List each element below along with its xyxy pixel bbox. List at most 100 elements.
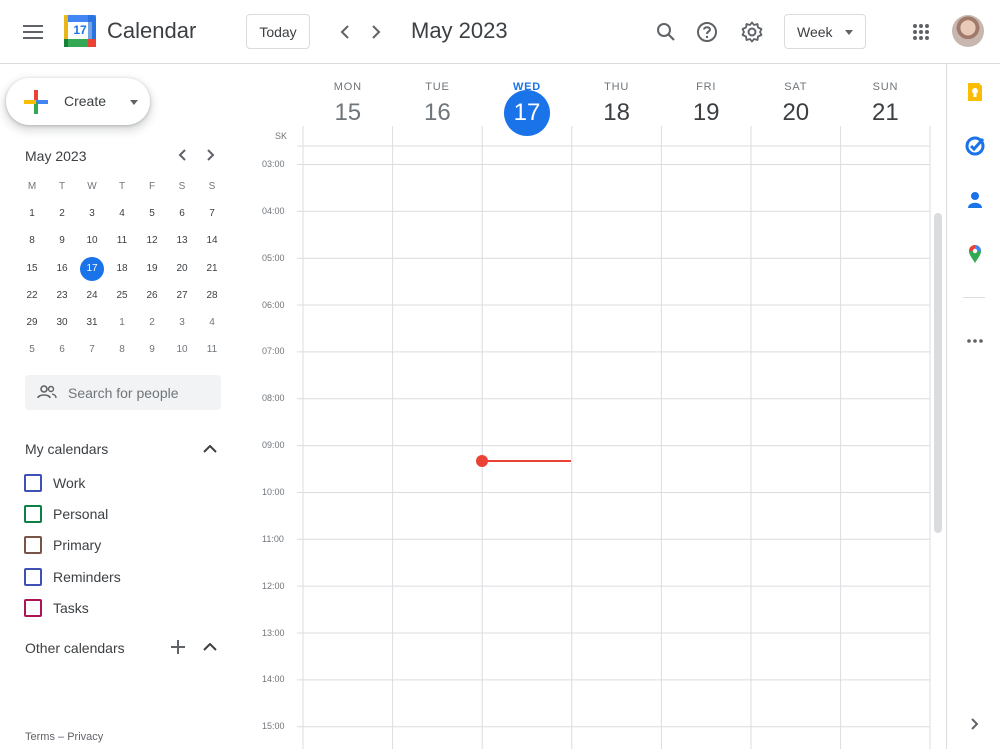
apps-button[interactable] xyxy=(901,12,941,52)
mini-calendar-day-number: 20 xyxy=(176,262,188,274)
mini-calendar-day-number: 3 xyxy=(179,317,185,329)
mini-calendar-title: May 2023 xyxy=(25,148,87,164)
contacts-button[interactable] xyxy=(957,182,993,218)
mini-calendar-day[interactable]: 2 xyxy=(47,202,77,226)
my-calendars-collapse-button[interactable] xyxy=(197,436,223,462)
calendar-checkbox[interactable] xyxy=(24,598,42,617)
mini-calendar-day[interactable]: 17 xyxy=(77,256,107,281)
account-avatar[interactable] xyxy=(952,15,984,47)
mini-calendar-day[interactable]: 27 xyxy=(167,284,197,308)
search-people-input[interactable]: Search for people xyxy=(25,375,221,410)
calendar-item-label: Primary xyxy=(53,537,102,554)
mini-calendar-day[interactable]: 22 xyxy=(17,284,47,308)
mini-calendar-day[interactable]: 19 xyxy=(137,257,167,281)
side-panel-divider xyxy=(963,297,985,298)
mini-calendar-day[interactable]: 24 xyxy=(77,284,107,308)
mini-calendar-day[interactable]: 15 xyxy=(17,257,47,281)
mini-calendar-day[interactable]: 10 xyxy=(77,229,107,253)
app-title[interactable]: Calendar xyxy=(107,18,196,44)
my-calendars-title[interactable]: My calendars xyxy=(25,441,108,457)
mini-calendar-day[interactable]: 4 xyxy=(197,311,227,335)
mini-calendar-day[interactable]: 21 xyxy=(197,257,227,281)
maps-button[interactable] xyxy=(957,236,993,272)
calendar-item-label: Reminders xyxy=(53,568,121,585)
terms-link[interactable]: Terms xyxy=(25,731,55,743)
week-grid[interactable] xyxy=(240,64,946,749)
grid-scrollbar[interactable] xyxy=(934,213,942,533)
mini-calendar-day[interactable]: 6 xyxy=(167,202,197,226)
expand-side-panel-button[interactable] xyxy=(957,706,993,742)
gear-icon xyxy=(741,21,763,43)
top-bar: 17 Calendar Today May 2023 Week xyxy=(0,0,1000,64)
calendar-checkbox[interactable] xyxy=(24,474,42,492)
mini-calendar-day[interactable]: 30 xyxy=(47,311,77,335)
weekday-header: T xyxy=(58,181,66,193)
mini-calendar-day[interactable]: 8 xyxy=(17,229,47,253)
expand-chevron-icon xyxy=(971,718,979,730)
view-selector[interactable]: Week xyxy=(784,14,866,49)
mini-calendar-day[interactable]: 12 xyxy=(137,229,167,253)
create-button[interactable]: Create xyxy=(6,78,150,125)
calendar-item-tasks[interactable]: Tasks xyxy=(24,598,89,618)
mini-calendar-day[interactable]: 3 xyxy=(77,202,107,226)
mini-calendar-day[interactable]: 7 xyxy=(197,202,227,226)
mini-calendar-week-row: 15 16 17 18 19 20 21 xyxy=(17,255,227,282)
mini-calendar-prev-button[interactable] xyxy=(170,143,194,167)
next-period-button[interactable] xyxy=(356,12,396,52)
mini-calendar-day[interactable]: 6 xyxy=(47,338,77,362)
mini-calendar-day-number: 19 xyxy=(146,262,158,274)
settings-button[interactable] xyxy=(732,12,772,52)
mini-calendar-day[interactable]: 20 xyxy=(167,257,197,281)
dropdown-caret-icon xyxy=(845,30,853,35)
privacy-link[interactable]: Privacy xyxy=(67,731,103,743)
mini-calendar-day[interactable]: 25 xyxy=(107,284,137,308)
mini-calendar-day[interactable]: 5 xyxy=(17,338,47,362)
mini-calendar-week-row: 8 9 10 11 12 13 14 xyxy=(17,228,227,255)
chevron-right-icon xyxy=(372,25,381,39)
mini-calendar-day[interactable]: 4 xyxy=(107,202,137,226)
more-addons-button[interactable] xyxy=(957,323,993,359)
mini-calendar-day[interactable]: 31 xyxy=(77,311,107,335)
help-button[interactable] xyxy=(687,12,727,52)
mini-calendar-day[interactable]: 8 xyxy=(107,338,137,362)
calendar-item-work[interactable]: Work xyxy=(24,473,85,493)
mini-calendar-next-button[interactable] xyxy=(199,143,223,167)
weekday-header: F xyxy=(148,181,156,193)
calendar-item-primary[interactable]: Primary xyxy=(24,535,101,555)
calendar-checkbox[interactable] xyxy=(24,536,42,555)
mini-calendar-day[interactable]: 3 xyxy=(167,311,197,335)
calendar-checkbox[interactable] xyxy=(24,505,42,524)
mini-calendar-day[interactable]: 14 xyxy=(197,229,227,253)
keep-button[interactable] xyxy=(957,74,993,110)
mini-calendar-day[interactable]: 18 xyxy=(107,257,137,281)
mini-calendar-day[interactable]: 29 xyxy=(17,311,47,335)
tasks-button[interactable] xyxy=(957,128,993,164)
mini-calendar-day[interactable]: 11 xyxy=(107,229,137,253)
search-button[interactable] xyxy=(646,12,686,52)
mini-calendar-day[interactable]: 9 xyxy=(137,338,167,362)
mini-calendar-day[interactable]: 1 xyxy=(107,311,137,335)
add-other-calendar-button[interactable] xyxy=(165,634,191,660)
mini-calendar-day[interactable]: 23 xyxy=(47,284,77,308)
mini-calendar-day-number: 31 xyxy=(86,317,98,329)
mini-calendar-day[interactable]: 13 xyxy=(167,229,197,253)
calendar-checkbox[interactable] xyxy=(24,567,42,586)
mini-calendar-day[interactable]: 16 xyxy=(47,257,77,281)
mini-calendar-day[interactable]: 26 xyxy=(137,284,167,308)
mini-calendar-day[interactable]: 9 xyxy=(47,229,77,253)
mini-calendar-day[interactable]: 5 xyxy=(137,202,167,226)
other-calendars-collapse-button[interactable] xyxy=(197,634,223,660)
main-menu-button[interactable] xyxy=(13,12,53,52)
mini-calendar-day[interactable]: 10 xyxy=(167,338,197,362)
mini-calendar-day[interactable]: 1 xyxy=(17,202,47,226)
mini-calendar-day-number: 29 xyxy=(26,317,38,329)
mini-calendar-day[interactable]: 28 xyxy=(197,284,227,308)
mini-calendar-day[interactable]: 7 xyxy=(77,338,107,362)
search-people-placeholder: Search for people xyxy=(68,385,179,401)
calendar-logo[interactable]: 17 xyxy=(64,15,96,47)
calendar-item-personal[interactable]: Personal xyxy=(24,504,108,524)
mini-calendar-day[interactable]: 11 xyxy=(197,338,227,362)
calendar-item-reminders[interactable]: Reminders xyxy=(24,567,121,587)
today-button[interactable]: Today xyxy=(246,14,310,49)
mini-calendar-day[interactable]: 2 xyxy=(137,311,167,335)
